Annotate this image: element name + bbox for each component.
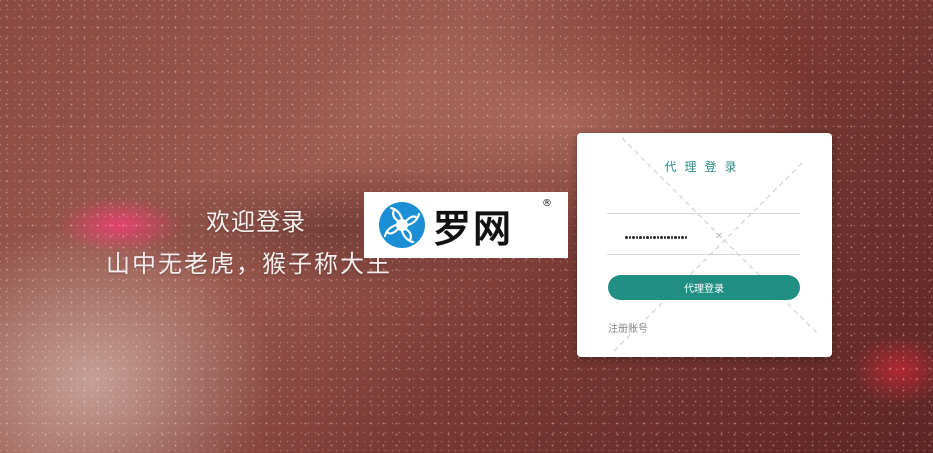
password-dot — [625, 236, 628, 239]
logo-text: 罗网 — [433, 206, 514, 251]
password-underline — [607, 254, 800, 255]
password-dot — [677, 236, 680, 239]
password-dot — [663, 236, 666, 239]
agent-login-button[interactable]: 代理登录 — [608, 275, 800, 300]
welcome-title: 欢迎登录 — [206, 208, 306, 236]
password-dot — [670, 236, 673, 239]
password-dot — [628, 236, 631, 239]
password-dot — [649, 236, 652, 239]
login-panel: 代理登录 ✕ 代理登录 注册账号 — [577, 133, 832, 357]
password-dot — [642, 236, 645, 239]
password-dot — [684, 236, 687, 239]
registered-mark: ® — [542, 198, 552, 209]
password-dot — [639, 236, 642, 239]
spiral-logo-icon — [377, 200, 427, 250]
password-dot — [653, 236, 656, 239]
password-dot — [646, 236, 649, 239]
panel-title: 代理登录 — [664, 160, 745, 174]
password-dot — [681, 236, 684, 239]
register-link[interactable]: 注册账号 — [608, 320, 648, 335]
password-dot — [632, 236, 635, 239]
password-dot — [674, 236, 677, 239]
password-dot — [656, 236, 659, 239]
password-input[interactable] — [625, 236, 687, 239]
password-dot — [635, 236, 638, 239]
username-underline — [607, 213, 800, 214]
loading-icon: ✕ — [715, 231, 724, 242]
welcome-slogan: 山中无老虎，猴子称大王 — [106, 250, 392, 278]
username-input[interactable] — [607, 191, 804, 215]
site-logo: 罗网 ® — [364, 192, 568, 258]
password-dot — [660, 236, 663, 239]
password-dot — [667, 236, 670, 239]
